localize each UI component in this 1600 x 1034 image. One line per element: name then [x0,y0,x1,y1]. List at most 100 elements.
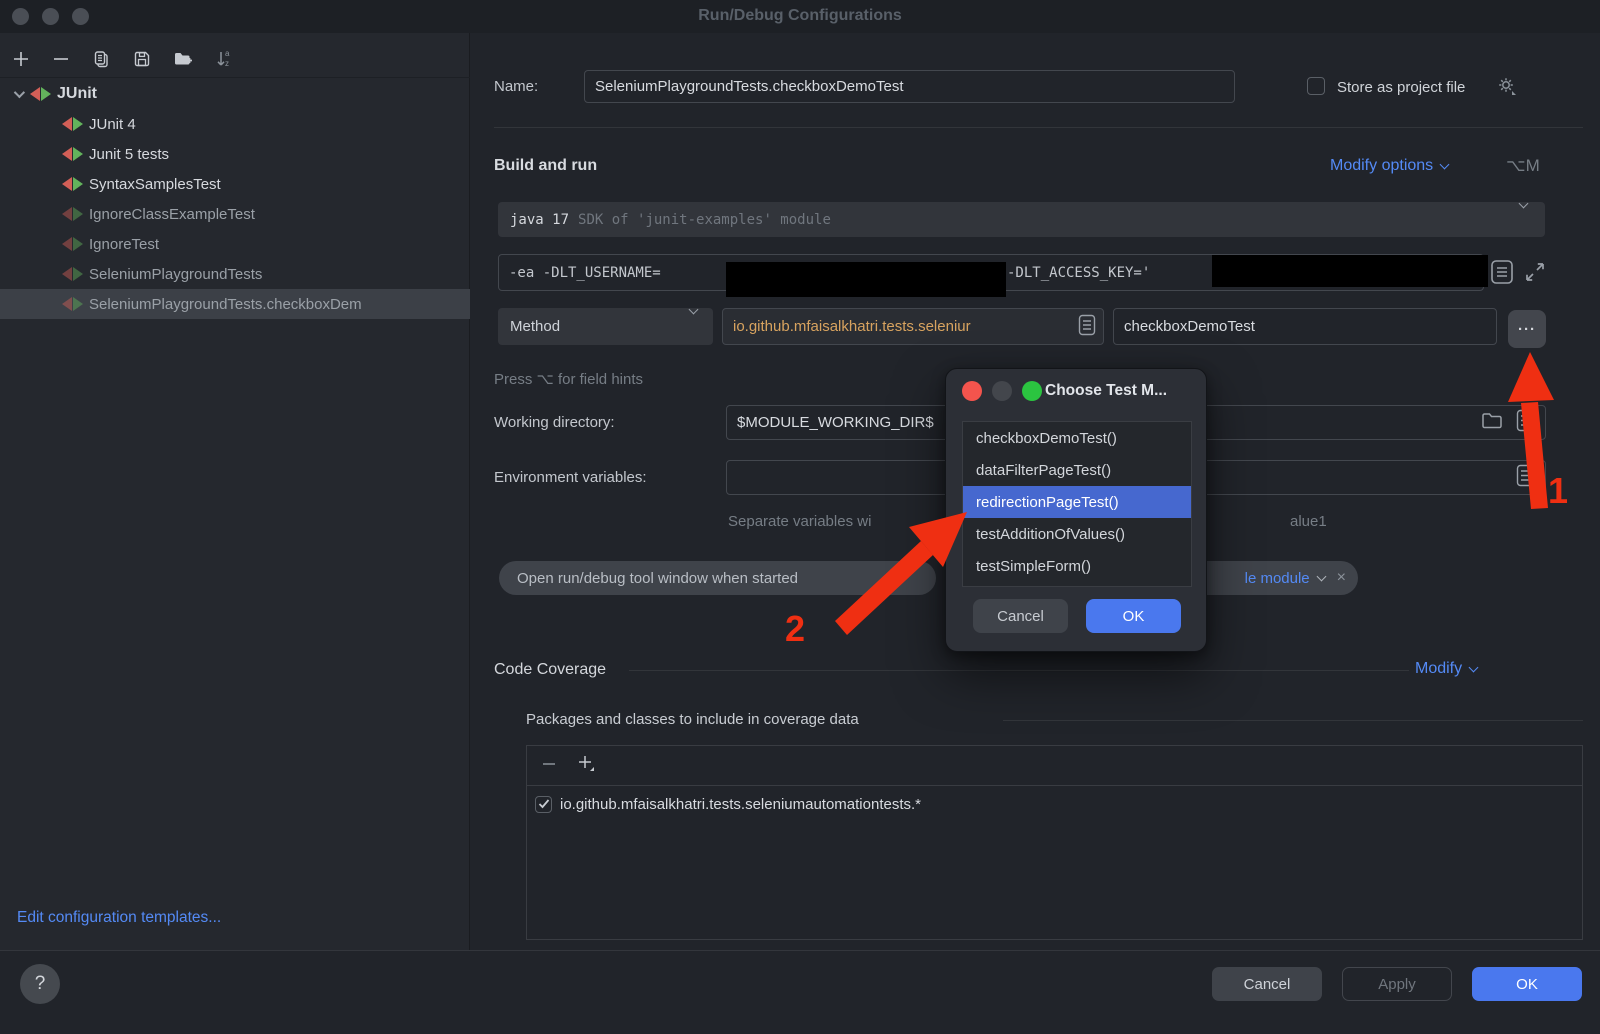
popup-titlebar [962,381,1042,401]
tree-item-label: SyntaxSamplesTest [89,176,221,193]
tree-item-label: SeleniumPlaygroundTests.checkboxDem [89,296,362,313]
tree-item-junit4[interactable]: JUnit 4 [0,109,470,139]
junit-icon [62,297,83,311]
popup-cancel-button[interactable]: Cancel [973,599,1068,633]
tree-item-ignoretest[interactable]: IgnoreTest [0,229,470,259]
test-method-option-selected[interactable]: redirectionPageTest() [963,486,1191,518]
class-macros-icon[interactable] [1078,314,1096,340]
folder-browse-icon[interactable] [1481,411,1503,435]
browse-test-method-button[interactable]: ··· [1508,310,1546,348]
test-method-option[interactable]: testSimpleForm() [963,550,1191,582]
coverage-add-pattern-icon[interactable] [577,754,597,778]
help-button[interactable]: ? [20,964,60,1004]
tree-item-seleniumplaygroundtests-checkboxdemotest[interactable]: SeleniumPlaygroundTests.checkboxDem [0,289,470,319]
expand-field-icon[interactable] [1523,260,1547,288]
ok-button[interactable]: OK [1472,967,1582,1001]
tree-item-label: JUnit [57,85,97,103]
test-class-value: io.github.mfaisalkhatri.tests.seleniur [733,318,971,335]
coverage-modify-label: Modify [1415,660,1462,677]
vm-options-prefix: -ea -DLT_USERNAME= [509,265,661,281]
test-kind-selector[interactable]: Method [498,308,713,345]
build-and-run-heading: Build and run [494,157,597,175]
coverage-pattern-checkbox[interactable] [535,796,552,813]
chevron-down-icon [1469,663,1479,673]
window-title: Run/Debug Configurations [0,7,1600,25]
test-kind-value: Method [510,318,560,335]
tree-item-seleniumplaygroundtests[interactable]: SeleniumPlaygroundTests [0,259,470,289]
save-configuration-icon[interactable] [133,50,151,68]
name-input[interactable]: SeleniumPlaygroundTests.checkboxDemoTest [584,70,1235,103]
working-directory-label: Working directory: [494,414,615,431]
code-coverage-divider [629,670,1409,671]
popup-minimize-button[interactable] [992,381,1012,401]
tree-item-label: Junit 5 tests [89,146,169,163]
name-label: Name: [494,78,538,95]
sort-alphabetically-icon[interactable]: az [215,49,233,69]
tree-expand-chevron-icon[interactable] [14,85,22,103]
modify-options-shortcut: ⌥M [1506,156,1540,176]
env-hint-left: Separate variables wi [728,513,871,530]
tree-item-label: IgnoreTest [89,236,159,253]
sidebar-toolbar: az [8,41,233,77]
junit-icon [62,117,83,131]
run-debug-configurations-dialog: Run/Debug Configurations az JUnit JUnit … [0,0,1600,1034]
open-tool-window-chip[interactable]: Open run/debug tool window when started [499,561,936,595]
coverage-table-toolbar [527,746,1582,786]
tree-item-junit5-tests[interactable]: Junit 5 tests [0,139,470,169]
chevron-down-icon [689,305,699,315]
coverage-pattern-row[interactable]: io.github.mfaisalkhatri.tests.seleniumau… [527,786,1582,822]
copy-configuration-icon[interactable] [92,50,111,69]
popup-close-button[interactable] [962,381,982,401]
coverage-modify-link[interactable]: Modify [1415,660,1477,678]
popup-ok-button[interactable]: OK [1086,599,1181,633]
coverage-remove-pattern-icon[interactable] [541,756,557,776]
test-method-option[interactable]: testAdditionOfValues() [963,518,1191,550]
cancel-button[interactable]: Cancel [1212,967,1322,1001]
env-macros-icon[interactable] [1516,464,1535,491]
jre-selector[interactable]: java 17 SDK of 'junit-examples' module [498,202,1545,237]
code-coverage-heading: Code Coverage [494,661,606,679]
modify-options-link[interactable]: Modify options [1330,157,1448,175]
env-hint-right: alue1 [1290,513,1327,530]
store-as-project-file-checkbox[interactable] [1307,77,1325,95]
redacted-access-key [1212,255,1488,287]
test-method-option[interactable]: checkboxDemoTest() [963,422,1191,454]
test-method-input[interactable]: checkboxDemoTest [1113,308,1497,345]
tree-item-label: SeleniumPlaygroundTests [89,266,262,283]
directory-macros-icon[interactable] [1516,409,1535,436]
dialog-footer: ? Cancel Apply OK [0,950,1600,1034]
test-method-value: checkboxDemoTest [1124,318,1255,335]
junit-icon [62,147,83,161]
tree-item-label: IgnoreClassExampleTest [89,206,255,223]
edit-configuration-templates-link[interactable]: Edit configuration templates... [17,909,221,927]
test-method-option[interactable]: dataFilterPageTest() [963,454,1191,486]
tree-item-junit-root[interactable]: JUnit [0,79,470,109]
sidebar-toolbar-divider [0,77,470,78]
apply-button[interactable]: Apply [1342,967,1452,1001]
tree-item-syntaxsamplestest[interactable]: SyntaxSamplesTest [0,169,470,199]
open-tool-window-chip-label: Open run/debug tool window when started [517,570,798,587]
environment-variables-label: Environment variables: [494,469,647,486]
test-method-list: checkboxDemoTest() dataFilterPageTest() … [962,421,1192,587]
tree-item-ignoreclassexampletest[interactable]: IgnoreClassExampleTest [0,199,470,229]
new-folder-icon[interactable] [173,50,193,68]
jre-secondary: SDK of 'junit-examples' module [578,212,831,228]
popup-title: Choose Test M... [1045,382,1167,400]
configurations-sidebar: az JUnit JUnit 4 Junit 5 tests SyntaxSam… [0,33,470,950]
test-class-input[interactable]: io.github.mfaisalkhatri.tests.seleniur [722,308,1104,345]
store-settings-gear-icon[interactable] [1496,75,1518,101]
junit-icon [62,267,83,281]
popup-zoom-button[interactable] [1022,381,1042,401]
junit-icon [62,207,83,221]
remove-chip-icon[interactable]: × [1337,569,1346,587]
add-configuration-icon[interactable] [12,50,30,68]
chevron-down-icon [1440,160,1450,170]
svg-text:z: z [225,59,229,68]
chevron-down-icon [1519,199,1529,209]
store-as-project-file-label: Store as project file [1337,79,1465,96]
configurations-tree: JUnit JUnit 4 Junit 5 tests SyntaxSample… [0,79,470,319]
name-value: SeleniumPlaygroundTests.checkboxDemoTest [595,78,904,95]
remove-configuration-icon[interactable] [52,50,70,68]
vm-options-macros-icon[interactable] [1490,259,1514,289]
coverage-packages-heading: Packages and classes to include in cover… [526,711,859,728]
